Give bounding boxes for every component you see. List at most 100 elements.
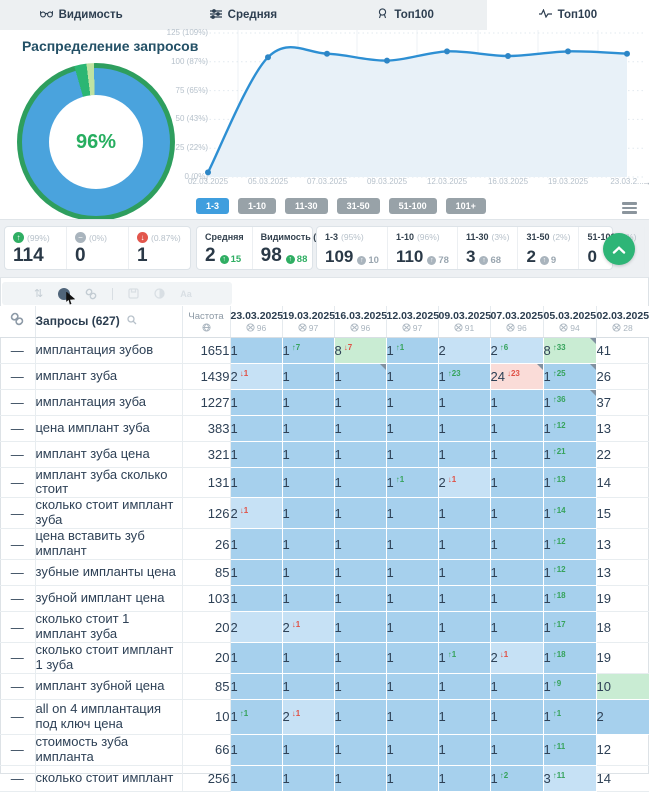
range-button-11-30[interactable]: 11-30 [285, 198, 328, 214]
position-cell[interactable]: 1 [490, 389, 543, 415]
position-cell[interactable]: 1 [230, 529, 282, 560]
position-cell[interactable]: 1 [334, 612, 386, 643]
date-column-header[interactable]: 19.03.2025 97 [282, 306, 334, 337]
query-cell[interactable]: имплант зуба сколько стоит [35, 467, 182, 498]
position-cell[interactable]: 1 [230, 673, 282, 699]
table-row[interactable]: —зубной имплант цена1031111111↑1819 [0, 586, 649, 612]
position-cell[interactable]: 1↑1 [386, 337, 438, 363]
position-cell[interactable]: 1↑12 [543, 560, 596, 586]
position-cell[interactable]: 1↑13 [543, 467, 596, 498]
position-cell[interactable]: 1 [230, 415, 282, 441]
position-cell[interactable]: 1 [386, 612, 438, 643]
table-row[interactable]: —имплант зуба сколько стоит1311111↑12↓11… [0, 467, 649, 498]
position-cell[interactable]: 1↑18 [543, 586, 596, 612]
row-drag-handle[interactable]: — [0, 441, 35, 467]
position-cell[interactable]: 1 [386, 673, 438, 699]
position-cell[interactable]: 1 [438, 415, 490, 441]
position-cell[interactable]: 10 [596, 673, 649, 699]
position-cell[interactable]: 1 [282, 363, 334, 389]
position-cell[interactable]: 1 [490, 467, 543, 498]
range-button-31-50[interactable]: 31-50 [337, 198, 380, 214]
position-cell[interactable]: 1 [438, 389, 490, 415]
row-drag-handle[interactable]: — [0, 765, 35, 791]
position-cell[interactable]: 1 [386, 363, 438, 389]
position-cell[interactable]: 1 [334, 467, 386, 498]
sort-icon[interactable]: ⇅ [34, 287, 43, 300]
position-cell[interactable]: 12 [596, 734, 649, 765]
position-cell[interactable]: 1 [334, 643, 386, 674]
position-cell[interactable]: 19 [596, 586, 649, 612]
table-row[interactable]: —зубные импланты цена851111111↑1213 [0, 560, 649, 586]
position-cell[interactable]: 19 [596, 643, 649, 674]
position-cell[interactable]: 1↑23 [438, 363, 490, 389]
position-cell[interactable]: 2 [230, 612, 282, 643]
position-cell[interactable]: 1 [438, 441, 490, 467]
position-cell[interactable]: 1↑17 [543, 612, 596, 643]
tab-top100-medal[interactable]: Топ100 [325, 0, 487, 30]
range-button-101+[interactable]: 101+ [446, 198, 486, 214]
position-cell[interactable]: 1 [438, 586, 490, 612]
position-cell[interactable]: 1↑36 [543, 389, 596, 415]
position-cell[interactable]: 8↓7 [334, 337, 386, 363]
position-cell[interactable]: 1 [282, 586, 334, 612]
position-cell[interactable]: 1↑18 [543, 643, 596, 674]
position-cell[interactable]: 3↑11 [543, 765, 596, 791]
table-row[interactable]: —имплантация зуба12271111111↑3637 [0, 389, 649, 415]
position-cell[interactable]: 1 [334, 498, 386, 529]
position-cell[interactable]: 1 [282, 441, 334, 467]
position-cell[interactable]: 1 [438, 673, 490, 699]
bucket-cell-100+[interactable]: 100+(0%) 0↑1 [644, 227, 649, 269]
position-cell[interactable]: 1 [334, 441, 386, 467]
position-cell[interactable]: 1 [386, 415, 438, 441]
position-cell[interactable]: 2↓1 [438, 467, 490, 498]
position-cell[interactable]: 2 [596, 699, 649, 734]
row-drag-handle[interactable]: — [0, 586, 35, 612]
position-cell[interactable]: 1 [490, 560, 543, 586]
position-cell[interactable]: 1 [282, 467, 334, 498]
table-row[interactable]: —сколько стоит 1 имплант зуба2022↓111111… [0, 612, 649, 643]
position-cell[interactable]: 1 [334, 765, 386, 791]
position-cell[interactable]: 1 [282, 529, 334, 560]
position-cell[interactable]: 2↓1 [282, 612, 334, 643]
query-cell[interactable]: сколько стоит имплант зуба [35, 498, 182, 529]
table-row[interactable]: —имплант зубной цена851111111↑910 [0, 673, 649, 699]
position-cell[interactable]: 1 [386, 765, 438, 791]
query-cell[interactable]: сколько стоит имплант 1 зуба [35, 643, 182, 674]
position-cell[interactable]: 1 [230, 441, 282, 467]
contrast-icon[interactable] [154, 288, 165, 299]
position-cell[interactable]: 1 [490, 673, 543, 699]
query-cell[interactable]: зубные импланты цена [35, 560, 182, 586]
position-cell[interactable]: 26 [596, 363, 649, 389]
link-column-header[interactable] [0, 306, 35, 337]
row-drag-handle[interactable]: — [0, 734, 35, 765]
position-cell[interactable]: 1 [334, 586, 386, 612]
position-cell[interactable]: 1↑21 [543, 441, 596, 467]
position-cell[interactable]: 1↑1 [438, 643, 490, 674]
table-row[interactable]: —сколько стоит имплант 1 зуба2011111↑12↓… [0, 643, 649, 674]
tab-average[interactable]: Средняя [162, 0, 324, 30]
position-cell[interactable]: 1 [386, 586, 438, 612]
table-row[interactable]: —имплант зуба14392↓11111↑2324↓231↑2526 [0, 363, 649, 389]
position-cell[interactable]: 1 [334, 529, 386, 560]
position-cell[interactable]: 37 [596, 389, 649, 415]
position-cell[interactable]: 1↑25 [543, 363, 596, 389]
row-drag-handle[interactable]: — [0, 363, 35, 389]
table-row[interactable]: —имплант зуба цена3211111111↑2122 [0, 441, 649, 467]
position-cell[interactable]: 1↑7 [282, 337, 334, 363]
position-cell[interactable]: 1 [230, 765, 282, 791]
position-cell[interactable]: 1↑2 [490, 765, 543, 791]
position-cell[interactable]: 24↓23 [490, 363, 543, 389]
position-cell[interactable]: 1 [282, 643, 334, 674]
position-cell[interactable]: 1 [230, 389, 282, 415]
row-drag-handle[interactable]: — [0, 673, 35, 699]
position-cell[interactable]: 1 [230, 560, 282, 586]
position-cell[interactable]: 1 [490, 586, 543, 612]
query-cell[interactable]: all on 4 имплантация под ключ цена [35, 699, 182, 734]
row-drag-handle[interactable]: — [0, 467, 35, 498]
row-drag-handle[interactable]: — [0, 498, 35, 529]
table-row[interactable]: —стоимость зуба импланта661111111↑1112 [0, 734, 649, 765]
position-cell[interactable]: 1 [386, 643, 438, 674]
position-cell[interactable]: 1 [282, 673, 334, 699]
table-row[interactable]: —имплантация зубов165111↑78↓71↑122↑68↑33… [0, 337, 649, 363]
position-cell[interactable]: 1 [230, 337, 282, 363]
